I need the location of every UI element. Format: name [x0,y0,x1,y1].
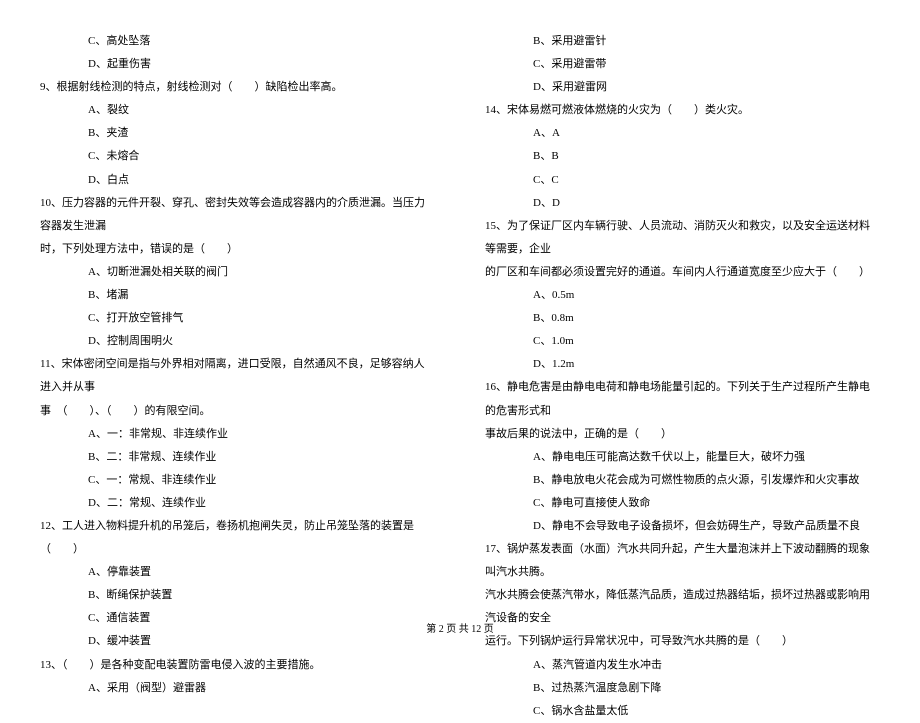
q13-text: 13、（ ）是各种变配电装置防雷电侵入波的主要措施。 [40,654,435,677]
q11-option-c: C、一：常规、非连续作业 [40,469,435,492]
q10-option-c: C、打开放空管排气 [40,307,435,330]
page-columns: C、高处坠落 D、起重伤害 9、根据射线检测的特点，射线检测对（ ）缺陷检出率高… [40,30,880,610]
q16-option-a: A、静电电压可能高达数千伏以上，能量巨大，破坏力强 [485,446,880,469]
right-column: B、采用避雷针 C、采用避雷带 D、采用避雷网 14、宋体易燃可燃液体燃烧的火灾… [485,30,880,610]
q15-text-cont: 的厂区和车间都必须设置完好的通道。车间内人行通道宽度至少应大于（ ） [485,261,880,284]
q12-option-a: A、停靠装置 [40,561,435,584]
q8-option-d: D、起重伤害 [40,53,435,76]
q14-option-a: A、A [485,122,880,145]
q10-option-b: B、堵漏 [40,284,435,307]
q9-option-c: C、未熔合 [40,145,435,168]
q17-option-a: A、蒸汽管道内发生水冲击 [485,654,880,677]
q13-option-a: A、采用（阀型）避雷器 [40,677,435,700]
q12-text: 12、工人进入物料提升机的吊笼后，卷扬机抱闸失灵，防止吊笼坠落的装置是（ ） [40,515,435,561]
q11-option-b: B、二：非常规、连续作业 [40,446,435,469]
q14-option-b: B、B [485,145,880,168]
q15-option-a: A、0.5m [485,284,880,307]
q10-text: 10、压力容器的元件开裂、穿孔、密封失效等会造成容器内的介质泄漏。当压力容器发生… [40,192,435,238]
q10-option-d: D、控制周围明火 [40,330,435,353]
q17-option-c: C、锅水含盐量太低 [485,700,880,723]
q16-option-b: B、静电放电火花会成为可燃性物质的点火源，引发爆炸和火灾事故 [485,469,880,492]
q11-text-cont: 事 （ ）、（ ）的有限空间。 [40,400,435,423]
q9-text: 9、根据射线检测的特点，射线检测对（ ）缺陷检出率高。 [40,76,435,99]
q12-option-b: B、断绳保护装置 [40,584,435,607]
q16-text-cont: 事故后果的说法中，正确的是（ ） [485,423,880,446]
q17-option-b: B、过热蒸汽温度急剧下降 [485,677,880,700]
q9-option-d: D、白点 [40,169,435,192]
q15-option-c: C、1.0m [485,330,880,353]
q16-text: 16、静电危害是由静电电荷和静电场能量引起的。下列关于生产过程所产生静电的危害形… [485,376,880,422]
q10-option-a: A、切断泄漏处相关联的阀门 [40,261,435,284]
q11-option-d: D、二：常规、连续作业 [40,492,435,515]
q14-option-d: D、D [485,192,880,215]
q13-option-c: C、采用避雷带 [485,53,880,76]
q11-text: 11、宋体密闭空间是指与外界相对隔离，进口受限，自然通风不良，足够容纳人进入并从… [40,353,435,399]
left-column: C、高处坠落 D、起重伤害 9、根据射线检测的特点，射线检测对（ ）缺陷检出率高… [40,30,435,610]
q11-option-a: A、一：非常规、非连续作业 [40,423,435,446]
q9-option-b: B、夹渣 [40,122,435,145]
q14-option-c: C、C [485,169,880,192]
q10-text-cont: 时，下列处理方法中，错误的是（ ） [40,238,435,261]
q16-option-d: D、静电不会导致电子设备损坏，但会妨碍生产，导致产品质量不良 [485,515,880,538]
q16-option-c: C、静电可直接使人致命 [485,492,880,515]
q8-option-c: C、高处坠落 [40,30,435,53]
q13-option-b: B、采用避雷针 [485,30,880,53]
q17-text: 17、锅炉蒸发表面（水面）汽水共同升起，产生大量泡沫并上下波动翻腾的现象叫汽水共… [485,538,880,584]
q15-option-d: D、1.2m [485,353,880,376]
page-footer: 第 2 页 共 12 页 [0,620,920,635]
q9-option-a: A、裂纹 [40,99,435,122]
q14-text: 14、宋体易燃可燃液体燃烧的火灾为（ ）类火灾。 [485,99,880,122]
q15-option-b: B、0.8m [485,307,880,330]
q15-text: 15、为了保证厂区内车辆行驶、人员流动、消防灭火和救灾，以及安全运送材料等需要，… [485,215,880,261]
q13-option-d: D、采用避雷网 [485,76,880,99]
